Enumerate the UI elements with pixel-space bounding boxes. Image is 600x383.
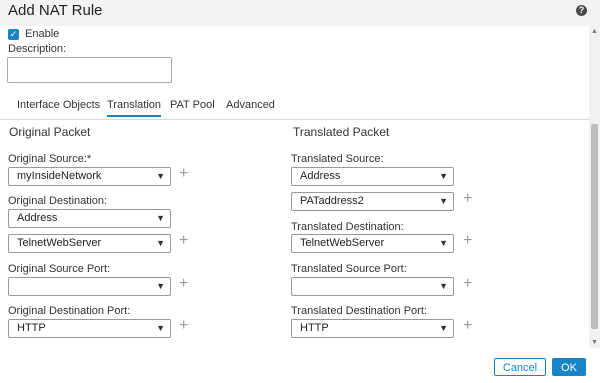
chevron-down-icon: ▼ <box>156 238 165 248</box>
vertical-scrollbar[interactable]: ▲ ▼ <box>589 26 600 348</box>
original-destination-type-value: Address <box>17 212 58 224</box>
original-source-select[interactable]: myInsideNetwork ▼ <box>8 167 171 186</box>
tab-pat-pool[interactable]: PAT Pool <box>170 99 215 111</box>
chevron-down-icon: ▼ <box>439 238 448 248</box>
chevron-down-icon: ▼ <box>156 171 165 181</box>
cancel-button[interactable]: Cancel <box>494 358 546 376</box>
translated-source-select[interactable]: PATaddress2 ▼ <box>291 192 454 211</box>
enable-checkbox[interactable]: ✓ <box>8 29 19 40</box>
add-original-destination-icon[interactable]: + <box>179 233 188 249</box>
original-destination-select[interactable]: TelnetWebServer ▼ <box>8 234 171 253</box>
translated-source-port-select[interactable]: ▼ <box>291 277 454 296</box>
original-destination-port-select[interactable]: HTTP ▼ <box>8 319 171 338</box>
translated-destination-port-value: HTTP <box>300 322 329 334</box>
chevron-down-icon: ▼ <box>156 323 165 333</box>
add-translated-source-port-icon[interactable]: + <box>463 276 472 292</box>
original-destination-value: TelnetWebServer <box>17 237 102 249</box>
original-source-port-select[interactable]: ▼ <box>8 277 171 296</box>
scrollbar-thumb[interactable] <box>591 124 598 329</box>
help-icon[interactable]: ? <box>576 5 587 16</box>
chevron-down-icon: ▼ <box>439 281 448 291</box>
translated-destination-port-select[interactable]: HTTP ▼ <box>291 319 454 338</box>
tab-interface-objects[interactable]: Interface Objects <box>17 99 100 111</box>
translated-source-label: Translated Source: <box>291 153 384 165</box>
original-source-value: myInsideNetwork <box>17 170 102 182</box>
scroll-down-arrow-icon[interactable]: ▼ <box>589 337 600 348</box>
translated-destination-port-label: Translated Destination Port: <box>291 305 427 317</box>
tab-translation[interactable]: Translation <box>107 99 162 117</box>
original-destination-label: Original Destination: <box>8 195 108 207</box>
ok-button[interactable]: OK <box>552 358 586 376</box>
translated-source-value: PATaddress2 <box>300 195 364 207</box>
tab-bar: Interface Objects Translation PAT Pool A… <box>0 95 589 120</box>
original-source-port-label: Original Source Port: <box>8 263 111 275</box>
translated-destination-label: Translated Destination: <box>291 221 404 233</box>
chevron-down-icon: ▼ <box>439 196 448 206</box>
original-packet-title: Original Packet <box>9 125 91 139</box>
add-translated-source-icon[interactable]: + <box>463 191 472 207</box>
original-destination-port-label: Original Destination Port: <box>8 305 131 317</box>
description-label: Description: <box>8 43 67 55</box>
scroll-up-arrow-icon[interactable]: ▲ <box>589 26 600 37</box>
chevron-down-icon: ▼ <box>156 281 165 291</box>
enable-label: Enable <box>25 28 60 40</box>
chevron-down-icon: ▼ <box>439 171 448 181</box>
add-translated-destination-port-icon[interactable]: + <box>463 318 472 334</box>
add-original-source-icon[interactable]: + <box>179 166 188 182</box>
add-original-source-port-icon[interactable]: + <box>179 276 188 292</box>
add-translated-destination-icon[interactable]: + <box>463 233 472 249</box>
translation-panel: Original Packet Original Source:* myInsi… <box>0 120 589 349</box>
dialog-footer: Cancel OK <box>0 348 600 383</box>
description-input[interactable] <box>7 57 172 83</box>
original-source-label: Original Source:* <box>8 153 92 165</box>
tab-advanced[interactable]: Advanced <box>226 99 275 111</box>
original-destination-type-select[interactable]: Address ▼ <box>8 209 171 228</box>
translated-source-port-label: Translated Source Port: <box>291 263 407 275</box>
chevron-down-icon: ▼ <box>439 323 448 333</box>
dialog-title-bar: Add NAT Rule ? <box>0 0 600 26</box>
translated-destination-value: TelnetWebServer <box>300 237 385 249</box>
translated-destination-select[interactable]: TelnetWebServer ▼ <box>291 234 454 253</box>
translated-packet-title: Translated Packet <box>293 125 390 139</box>
chevron-down-icon: ▼ <box>156 213 165 223</box>
original-destination-port-value: HTTP <box>17 322 46 334</box>
dialog-title: Add NAT Rule <box>8 2 103 19</box>
translated-source-type-select[interactable]: Address ▼ <box>291 167 454 186</box>
translated-source-type-value: Address <box>300 170 341 182</box>
add-original-destination-port-icon[interactable]: + <box>179 318 188 334</box>
